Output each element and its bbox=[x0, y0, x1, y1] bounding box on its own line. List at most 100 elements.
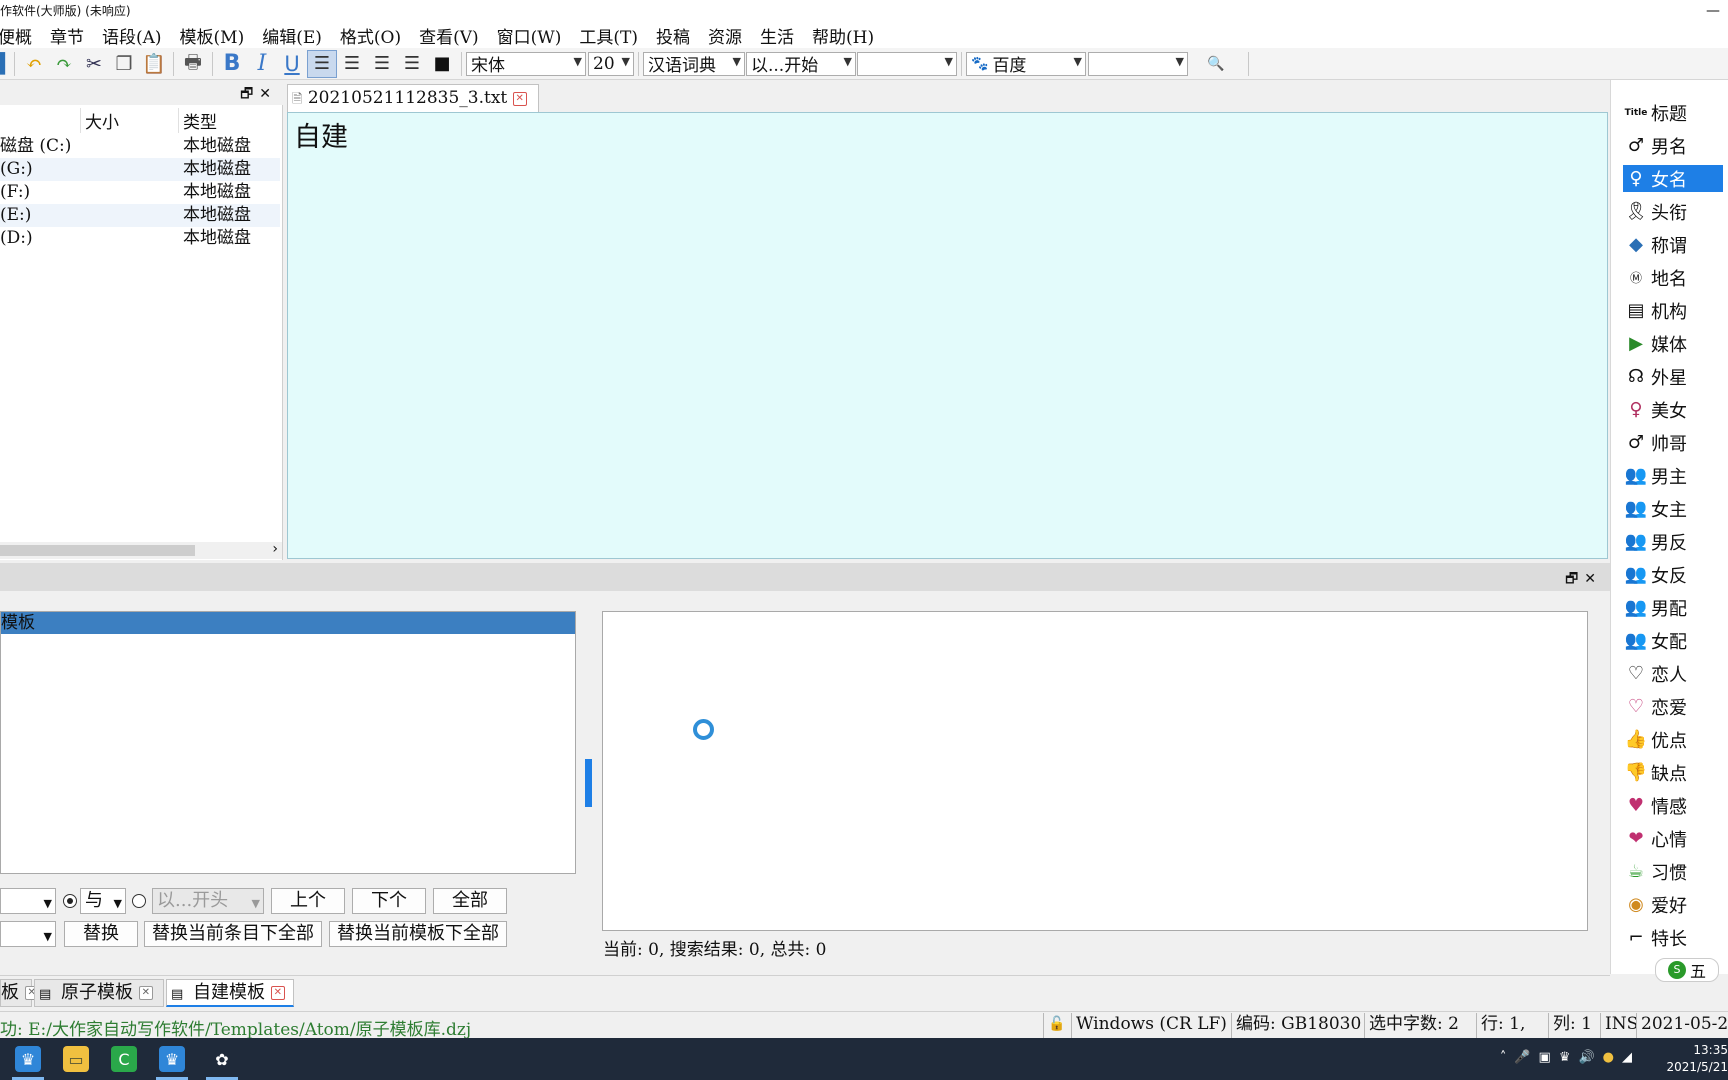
font-size-select[interactable]: 20 ▼ bbox=[588, 51, 634, 76]
copy-icon[interactable]: ❐ bbox=[109, 50, 139, 78]
paste-icon[interactable]: 📋 bbox=[139, 50, 169, 78]
menu-item[interactable]: 帮助(H) bbox=[812, 23, 874, 48]
cut-icon[interactable]: ✂ bbox=[79, 50, 109, 78]
search-engine-select[interactable]: 🐾 百度 ▼ bbox=[966, 51, 1086, 76]
tag-handsome[interactable]: ♂ 帅哥 bbox=[1623, 429, 1723, 456]
size-column-header[interactable]: 大小 bbox=[80, 108, 119, 133]
file-row[interactable]: (G:) 本地磁盘 bbox=[0, 158, 280, 181]
tab-template[interactable]: 板 ✕ bbox=[0, 979, 39, 1007]
dictionary-keyword-select[interactable]: ▼ bbox=[857, 51, 957, 76]
italic-icon[interactable]: I bbox=[247, 50, 277, 78]
print-icon[interactable]: 🖶 bbox=[178, 50, 208, 78]
app-logo-icon[interactable]: ♛ bbox=[1559, 1050, 1571, 1065]
microphone-icon[interactable]: 🎤 bbox=[1514, 1050, 1530, 1065]
replace-field-select[interactable]: ▼ bbox=[0, 921, 56, 947]
menu-item[interactable]: 语段(A) bbox=[102, 23, 162, 48]
prev-button[interactable]: 上个 bbox=[271, 888, 345, 914]
line-ending-status[interactable]: Windows (CR LF) bbox=[1071, 1013, 1231, 1038]
taskbar-clock[interactable]: 13:35 2021/5/21 bbox=[1664, 1042, 1728, 1076]
tag-habit[interactable]: ☕ 习惯 bbox=[1623, 858, 1723, 885]
file-row[interactable]: (E:) 本地磁盘 bbox=[0, 204, 280, 227]
tag-media[interactable]: ▶ 媒体 bbox=[1623, 330, 1723, 357]
search-keyword-select[interactable]: ▼ bbox=[1088, 51, 1188, 76]
menu-item[interactable]: 章节 bbox=[50, 23, 84, 48]
tag-lover[interactable]: ♡ 恋人 bbox=[1623, 660, 1723, 687]
chevron-right-icon[interactable]: › bbox=[272, 541, 278, 557]
align-center-icon[interactable]: ☰ bbox=[337, 50, 367, 78]
tag-place[interactable]: Ⓜ 地名 bbox=[1623, 264, 1723, 291]
menu-item[interactable]: 格式(O) bbox=[340, 23, 401, 48]
match-mode-select[interactable]: 以...开始 ▼ bbox=[746, 51, 856, 76]
close-icon[interactable]: ✕ bbox=[138, 986, 153, 1000]
lock-icon[interactable]: 🔓 bbox=[1043, 1013, 1071, 1038]
menu-item[interactable]: 生活 bbox=[760, 23, 794, 48]
next-button[interactable]: 下个 bbox=[352, 888, 426, 914]
tag-hobby[interactable]: ◉ 爱好 bbox=[1623, 891, 1723, 918]
save-icon[interactable]: ▌ bbox=[0, 50, 12, 78]
text-color-icon[interactable]: ■ bbox=[427, 50, 457, 78]
pane-splitter[interactable] bbox=[585, 759, 592, 807]
replace-entry-all-button[interactable]: 替换当前条目下全部 bbox=[144, 921, 322, 947]
list-item[interactable]: 模板 bbox=[1, 612, 575, 634]
close-icon[interactable]: ✕ bbox=[1584, 571, 1602, 587]
document-tab[interactable]: 🗎 20210521112835_3.txt ✕ bbox=[287, 84, 539, 112]
tag-rank[interactable]: 🎗 头衔 bbox=[1623, 198, 1723, 225]
encoding-status[interactable]: 编码: GB18030 bbox=[1231, 1013, 1364, 1038]
tag-title[interactable]: Title 标题 bbox=[1623, 99, 1723, 126]
taskbar-app[interactable]: ♛ bbox=[4, 1038, 52, 1080]
tag-alien[interactable]: ☊ 外星 bbox=[1623, 363, 1723, 390]
taskbar-app[interactable]: ✿ bbox=[198, 1038, 246, 1080]
align-left-icon[interactable]: ☰ bbox=[307, 49, 337, 78]
tag-female-villain[interactable]: 👥 女反 bbox=[1623, 561, 1723, 588]
tab-atom-template[interactable]: ▤ 原子模板 ✕ bbox=[34, 979, 164, 1007]
tag-male-lead[interactable]: 👥 男主 bbox=[1623, 462, 1723, 489]
taskbar-app[interactable]: ♛ bbox=[148, 1038, 196, 1080]
search-field-select[interactable]: ▼ bbox=[0, 888, 56, 914]
tag-male-support[interactable]: 👥 男配 bbox=[1623, 594, 1723, 621]
menu-item[interactable]: 模板(M) bbox=[180, 23, 245, 48]
tag-female-support[interactable]: 👥 女配 bbox=[1623, 627, 1723, 654]
tag-female-name[interactable]: ♀ 女名 bbox=[1623, 165, 1723, 192]
tag-beauty[interactable]: ♀ 美女 bbox=[1623, 396, 1723, 423]
tag-specialty[interactable]: ⌐ 特长 bbox=[1623, 924, 1723, 951]
replace-button[interactable]: 替换 bbox=[64, 921, 138, 947]
search-results-box[interactable] bbox=[602, 611, 1588, 931]
all-button[interactable]: 全部 bbox=[433, 888, 507, 914]
tag-organization[interactable]: ▤ 机构 bbox=[1623, 297, 1723, 324]
justify-icon[interactable]: ☰ bbox=[397, 50, 427, 78]
menu-item[interactable]: 查看(V) bbox=[419, 23, 479, 48]
template-list[interactable]: 模板 bbox=[0, 611, 576, 874]
network-icon[interactable]: ◢ bbox=[1622, 1050, 1632, 1065]
close-icon[interactable]: ✕ bbox=[259, 86, 277, 102]
start-radio[interactable] bbox=[132, 894, 146, 908]
menu-item[interactable]: 窗口(W) bbox=[497, 23, 562, 48]
tag-male-villain[interactable]: 👥 男反 bbox=[1623, 528, 1723, 555]
menu-item[interactable]: 投稿 bbox=[656, 23, 690, 48]
taskbar-app[interactable]: ▭ bbox=[52, 1038, 100, 1080]
file-row[interactable]: (D:) 本地磁盘 bbox=[0, 227, 280, 250]
font-name-select[interactable]: 宋体 ▼ bbox=[466, 51, 586, 76]
tab-custom-template[interactable]: ▤ 自建模板 ✕ bbox=[166, 979, 294, 1007]
menu-item[interactable]: 工具(T) bbox=[579, 23, 638, 48]
notification-icon[interactable]: ● bbox=[1603, 1050, 1614, 1065]
bold-icon[interactable]: B bbox=[217, 50, 247, 78]
tag-female-lead[interactable]: 👥 女主 bbox=[1623, 495, 1723, 522]
menu-item[interactable]: 资源 bbox=[708, 23, 742, 48]
underline-icon[interactable]: U bbox=[277, 50, 307, 78]
dictionary-select[interactable]: 汉语词典 ▼ bbox=[643, 51, 745, 76]
tag-weakness[interactable]: 👎 缺点 bbox=[1623, 759, 1723, 786]
menu-item[interactable]: 编辑(E) bbox=[262, 23, 322, 48]
ime-indicator[interactable]: S 五 bbox=[1655, 958, 1719, 982]
volume-icon[interactable]: 🔊 bbox=[1578, 1050, 1594, 1065]
scrollbar-thumb[interactable] bbox=[0, 545, 195, 556]
undo-icon[interactable]: ↶ bbox=[19, 50, 49, 78]
tag-mood[interactable]: ❤ 心情 bbox=[1623, 825, 1723, 852]
restore-icon[interactable]: 🗗 bbox=[1565, 571, 1584, 587]
app-tray-icon[interactable]: ▣ bbox=[1539, 1050, 1551, 1065]
restore-icon[interactable]: 🗗 bbox=[240, 86, 259, 102]
chevron-up-icon[interactable]: ˄ bbox=[1500, 1050, 1507, 1065]
taskbar-app[interactable]: C bbox=[100, 1038, 148, 1080]
search-icon[interactable]: 🔍 bbox=[1188, 50, 1244, 78]
redo-icon[interactable]: ↷ bbox=[49, 50, 79, 78]
minimize-icon[interactable]: — bbox=[1706, 0, 1720, 23]
